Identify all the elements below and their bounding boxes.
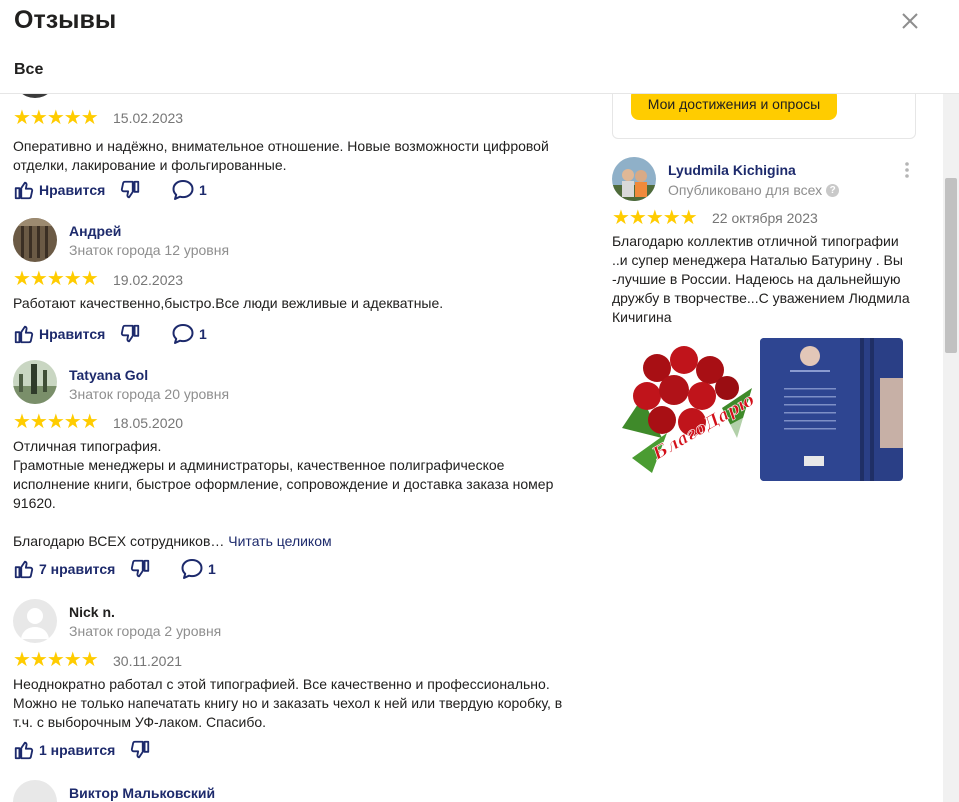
like-label: Нравится <box>39 326 106 342</box>
close-icon[interactable] <box>899 10 921 32</box>
help-icon[interactable]: ? <box>826 183 840 197</box>
review-item: Виктор Мальковский <box>13 780 588 802</box>
review-item: Андрей Знаток города 12 уровня ★★★★★ 19.… <box>13 218 588 348</box>
comment-icon <box>181 559 203 579</box>
review-text-line: Благодарю ВСЕХ сотрудников… Читать целик… <box>13 532 583 551</box>
review-date: 30.11.2021 <box>113 653 183 669</box>
thumbs-up-icon <box>14 181 34 200</box>
avatar[interactable] <box>612 157 656 201</box>
dislike-button[interactable] <box>119 178 141 202</box>
achievements-button[interactable]: Мои достижения и опросы <box>631 94 837 120</box>
review-text-line: Отличная типография. <box>13 438 162 454</box>
review-text-tail: Благодарю ВСЕХ сотрудников… <box>13 533 225 549</box>
rating-stars: ★★★★★ <box>13 411 99 433</box>
thumbs-down-icon <box>130 740 150 759</box>
thumbs-up-icon <box>14 325 34 344</box>
review-text: Благодарю коллектив отличной типографии … <box>612 233 910 325</box>
thumbs-down-icon <box>130 559 150 578</box>
avatar[interactable] <box>13 599 57 643</box>
review-text-line: Грамотные менеджеры и администраторы, ка… <box>13 457 554 511</box>
like-button[interactable]: Нравится <box>13 178 105 202</box>
like-button[interactable]: 7 нравится <box>13 557 115 581</box>
thumbs-down-icon <box>120 324 140 343</box>
dislike-button[interactable] <box>129 557 151 581</box>
user-placeholder-icon <box>21 608 49 639</box>
achievements-card: Мои достижения и опросы <box>612 94 916 139</box>
read-more-link[interactable]: Читать целиком <box>228 533 331 549</box>
like-label: 7 нравится <box>39 561 116 577</box>
review-actions: 7 нравится 1 <box>13 557 313 581</box>
reviewer-name[interactable]: Виктор Мальковский <box>69 785 215 801</box>
comments-count: 1 <box>208 561 216 577</box>
comments-count: 1 <box>199 326 207 342</box>
rating-stars: ★★★★★ <box>13 107 99 129</box>
dislike-button[interactable] <box>119 322 141 346</box>
publish-status: Опубликовано для всех ? <box>668 182 840 198</box>
page-title: Отзывы <box>14 6 117 34</box>
dialog-header: Отзывы Все <box>0 0 959 94</box>
reviewer-level: Знаток города 2 уровня <box>69 623 222 639</box>
review-actions: Нравится 1 <box>13 322 313 346</box>
more-options-icon[interactable] <box>904 161 910 179</box>
reviewer-name[interactable]: Nick n. <box>69 604 115 620</box>
review-text-line <box>13 513 583 532</box>
review-text: Отличная типография. Грамотные менеджеры… <box>13 437 583 551</box>
review-photo-book[interactable] <box>760 338 903 481</box>
reviews-list: ★★★★★ 15.02.2023 Оперативно и надёжно, в… <box>0 94 600 802</box>
sidebar: Мои достижения и опросы Lyudmila Kichigi… <box>600 94 940 802</box>
reviewer-name[interactable]: Tatyana Gol <box>69 367 148 383</box>
avatar[interactable] <box>13 360 57 404</box>
review-text: Работают качественно,быстро.Все люди веж… <box>13 295 444 311</box>
reviewer-name[interactable]: Андрей <box>69 223 121 239</box>
comments-button[interactable]: 1 <box>171 178 207 202</box>
tab-all[interactable]: Все <box>14 61 43 79</box>
review-date: 18.05.2020 <box>113 415 184 431</box>
dislike-button[interactable] <box>129 738 151 762</box>
like-label: Нравится <box>39 182 106 198</box>
review-date: 15.02.2023 <box>113 110 184 126</box>
review-item: Nick n. Знаток города 2 уровня ★★★★★ 30.… <box>13 599 588 769</box>
like-button[interactable]: Нравится <box>13 322 105 346</box>
rating-stars: ★★★★★ <box>612 207 698 229</box>
reviewer-name[interactable]: Lyudmila Kichigina <box>668 162 796 178</box>
thumbs-down-icon <box>120 180 140 199</box>
scrollbar-thumb[interactable] <box>945 178 957 353</box>
rating-stars: ★★★★★ <box>13 268 99 290</box>
comment-icon <box>172 324 194 344</box>
review-item: ★★★★★ 15.02.2023 Оперативно и надёжно, в… <box>13 94 588 200</box>
review-actions: 1 нравится <box>13 738 313 762</box>
thumbs-up-icon <box>14 741 34 760</box>
comments-button[interactable]: 1 <box>180 557 216 581</box>
review-actions: Нравится 1 <box>13 178 313 202</box>
like-label: 1 нравится <box>39 742 116 758</box>
avatar[interactable] <box>13 780 57 802</box>
review-date: 22 октября 2023 <box>712 210 818 226</box>
review-photo-roses[interactable]: БлагоДарю от души! <box>612 338 757 478</box>
rating-stars: ★★★★★ <box>13 649 99 671</box>
comments-button[interactable]: 1 <box>171 322 207 346</box>
avatar[interactable] <box>13 218 57 262</box>
reviewer-level: Знаток города 20 уровня <box>69 386 230 402</box>
thumbs-up-icon <box>14 560 34 579</box>
avatar[interactable] <box>13 94 57 98</box>
publish-status-label: Опубликовано для всех <box>668 182 823 198</box>
comments-count: 1 <box>199 182 207 198</box>
comment-icon <box>172 180 194 200</box>
like-button[interactable]: 1 нравится <box>13 738 115 762</box>
reviewer-level: Знаток города 12 уровня <box>69 242 230 258</box>
review-item: Tatyana Gol Знаток города 20 уровня ★★★★… <box>13 360 588 580</box>
review-text: Оперативно и надёжно, внимательное отнош… <box>13 138 549 173</box>
review-date: 19.02.2023 <box>113 272 184 288</box>
review-text: Неоднократно работал с этой типографией.… <box>13 676 563 730</box>
